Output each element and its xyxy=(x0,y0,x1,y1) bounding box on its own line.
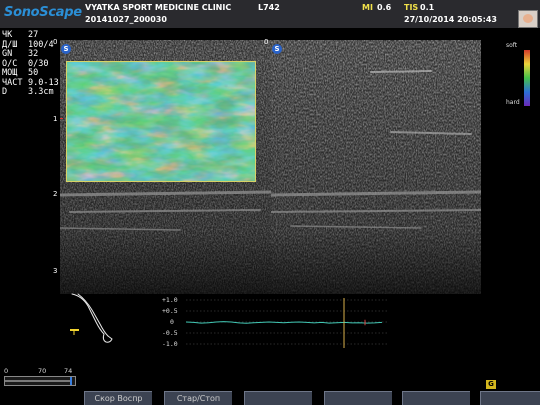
param-label: D xyxy=(2,87,8,97)
focus-marker xyxy=(60,118,63,119)
softkey-playback-speed[interactable]: Скор Воспр xyxy=(84,391,152,405)
param-value: 3.3cm xyxy=(28,87,54,97)
param-row: D 3.3cm xyxy=(2,87,59,98)
probe-name: L742 xyxy=(258,3,280,12)
mi-label: MI xyxy=(362,3,373,12)
depth-mark-2: 2 xyxy=(53,190,58,198)
strain-trace-plot xyxy=(185,298,388,348)
exam-id: 20141027_200030 xyxy=(85,15,167,24)
cine-slider-fill xyxy=(5,380,71,382)
status-indicator: G xyxy=(486,380,496,389)
slider-mid-label: 70 xyxy=(38,367,47,375)
body-marker-arm-icon[interactable] xyxy=(56,292,120,344)
trace-label-minus05: -0.5 xyxy=(162,329,178,337)
mi-value: 0.6 xyxy=(377,3,392,12)
softkey-5[interactable] xyxy=(402,391,470,405)
colorbar-soft-label: soft xyxy=(506,42,518,49)
trace-label-plus05: +0.5 xyxy=(162,307,178,315)
scan-badge-right: S xyxy=(272,44,282,54)
elastography-roi[interactable] xyxy=(66,61,256,182)
param-value: 50 xyxy=(28,68,39,78)
trace-label-minus1: -1.0 xyxy=(162,340,178,348)
depth-mark-0-right: 0 xyxy=(264,38,269,46)
param-value: 100/4 xyxy=(28,39,54,50)
depth-mark-0: 0 xyxy=(53,38,58,46)
param-value: 0/30 xyxy=(28,58,49,69)
trace-label-plus1: +1.0 xyxy=(162,296,178,304)
ultrasound-image-right[interactable] xyxy=(271,40,481,294)
param-value: 9.0-13 xyxy=(28,77,59,88)
exam-datetime: 27/10/2014 20:05:43 xyxy=(404,15,497,24)
brand-logo: SonoScape xyxy=(4,5,82,20)
colorbar-hard-label: hard xyxy=(506,99,520,106)
softkey-3[interactable] xyxy=(244,391,312,405)
slider-min-label: 0 xyxy=(4,367,9,375)
slider-max-label: 74 xyxy=(64,367,73,375)
scan-badge-left: S xyxy=(61,44,71,54)
depth-mark-1: 1 xyxy=(53,115,58,123)
param-value: 32 xyxy=(28,49,39,59)
tis-label: TIS xyxy=(404,3,419,12)
param-value: 27 xyxy=(28,30,39,40)
cine-slider-thumb[interactable] xyxy=(70,377,72,385)
trace-label-zero: 0 xyxy=(170,318,174,326)
depth-mark-3: 3 xyxy=(53,267,58,275)
elasticity-colorbar xyxy=(524,50,530,106)
user-avatar-icon[interactable] xyxy=(518,10,538,28)
softkey-6[interactable] xyxy=(480,391,540,405)
imaging-parameters: ЧК 27 Д/Ш 100/4 GN 32 О/С 0/30 МОЩ 50 ЧАСТ 9.0-13 D 3… xyxy=(2,30,59,98)
tis-value: 0.1 xyxy=(420,3,435,12)
softkey-4[interactable] xyxy=(324,391,392,405)
softkey-start-stop[interactable]: Стар/Стоп xyxy=(164,391,232,405)
clinic-name: VYATKA SPORT MEDICINE CLINIC xyxy=(85,3,232,12)
